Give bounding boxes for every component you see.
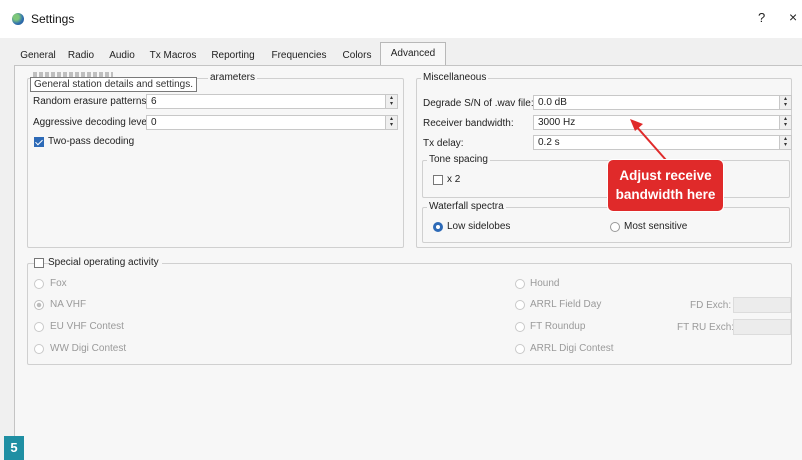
hound-radio[interactable] (515, 279, 525, 289)
fd-exch-input[interactable] (733, 297, 791, 313)
degrade-sn-label: Degrade S/N of .wav file: (423, 98, 534, 109)
waterfall-spectra-title: Waterfall spectra (427, 201, 506, 212)
arrl-field-day-radio[interactable] (515, 300, 525, 310)
random-erasure-label: Random erasure patterns: (33, 96, 150, 107)
receiver-bandwidth-label: Receiver bandwidth: (423, 118, 514, 129)
callout-line-2: bandwidth here (615, 187, 716, 202)
receiver-bandwidth-spinbox[interactable]: 3000 Hz ▴ ▾ (533, 115, 792, 130)
fox-label: Fox (50, 278, 67, 289)
tab-radio[interactable]: Radio (64, 46, 98, 66)
degrade-sn-spinbox[interactable]: 0.0 dB ▴ ▾ (533, 95, 792, 110)
arrl-digi-contest-radio[interactable] (515, 344, 525, 354)
tab-tx-macros[interactable]: Tx Macros (146, 46, 200, 66)
tab-advanced[interactable]: Advanced (380, 42, 446, 66)
app-globe-icon (12, 13, 24, 25)
receiver-bandwidth-value: 3000 Hz (538, 117, 576, 128)
tooltip: General station details and settings. (30, 77, 197, 92)
eu-vhf-contest-radio[interactable] (34, 322, 44, 332)
eu-vhf-contest-label: EU VHF Contest (50, 321, 124, 332)
ft-roundup-label: FT Roundup (530, 321, 586, 332)
spinbox-arrows-icon[interactable]: ▴ ▾ (779, 96, 791, 109)
ww-digi-contest-label: WW Digi Contest (50, 343, 127, 354)
aggressive-decoding-value: 0 (151, 117, 157, 128)
tab-frequencies[interactable]: Frequencies (266, 46, 332, 66)
na-vhf-label: NA VHF (50, 299, 87, 310)
random-erasure-value: 6 (151, 96, 157, 107)
aggressive-decoding-label: Aggressive decoding level: (33, 117, 152, 128)
hound-label: Hound (530, 278, 560, 289)
two-pass-decoding-label: Two-pass decoding (48, 136, 135, 147)
ft-ru-exch-label: FT RU Exch: (677, 322, 735, 333)
na-vhf-radio[interactable] (34, 300, 44, 310)
two-pass-decoding-checkbox[interactable] (34, 137, 44, 147)
random-erasure-spinbox[interactable]: 6 ▴ ▾ (146, 94, 398, 109)
special-activity-label: Special operating activity (48, 257, 162, 268)
figure-number-badge: 5 (4, 436, 24, 460)
callout-line-1: Adjust receive (619, 168, 712, 183)
spinbox-arrows-icon[interactable]: ▴ ▾ (385, 95, 397, 108)
ww-digi-contest-radio[interactable] (34, 344, 44, 354)
miscellaneous-group-title: Miscellaneous (421, 72, 489, 83)
tone-spacing-x2-checkbox[interactable] (433, 175, 443, 185)
low-sidelobes-label: Low sidelobes (447, 221, 511, 232)
tone-spacing-group: Tone spacing (422, 154, 790, 198)
annotation-callout: Adjust receive bandwidth here (607, 159, 724, 212)
decoding-group-title: arameters (208, 72, 258, 83)
special-activity-group (27, 263, 792, 365)
tab-general[interactable]: General (18, 46, 58, 66)
degrade-sn-value: 0.0 dB (538, 97, 567, 108)
tab-audio[interactable]: Audio (104, 46, 140, 66)
fd-exch-label: FD Exch: (690, 300, 732, 311)
tab-reporting[interactable]: Reporting (204, 46, 262, 66)
tone-spacing-x2-label: x 2 (447, 174, 461, 185)
special-activity-checkbox[interactable] (34, 258, 44, 268)
arrl-digi-contest-label: ARRL Digi Contest (530, 343, 614, 354)
ft-ru-exch-input[interactable] (733, 319, 791, 335)
spinbox-arrows-icon[interactable]: ▴ ▾ (779, 136, 791, 149)
tone-spacing-title: Tone spacing (427, 154, 490, 165)
tx-delay-value: 0.2 s (538, 137, 560, 148)
title-bar: Settings ? × (0, 0, 802, 38)
arrl-field-day-label: ARRL Field Day (530, 299, 602, 310)
spinbox-arrows-icon[interactable]: ▴ ▾ (779, 116, 791, 129)
most-sensitive-radio[interactable] (610, 222, 620, 232)
tx-delay-spinbox[interactable]: 0.2 s ▴ ▾ (533, 135, 792, 150)
fox-radio[interactable] (34, 279, 44, 289)
spinbox-arrows-icon[interactable]: ▴ ▾ (385, 116, 397, 129)
low-sidelobes-radio[interactable] (433, 222, 443, 232)
tab-colors[interactable]: Colors (336, 46, 378, 66)
ft-roundup-radio[interactable] (515, 322, 525, 332)
tx-delay-label: Tx delay: (423, 138, 464, 149)
help-button[interactable]: ? (758, 10, 765, 25)
most-sensitive-label: Most sensitive (624, 221, 688, 232)
close-button[interactable]: × (789, 9, 797, 25)
aggressive-decoding-spinbox[interactable]: 0 ▴ ▾ (146, 115, 398, 130)
window-title: Settings (31, 12, 75, 26)
